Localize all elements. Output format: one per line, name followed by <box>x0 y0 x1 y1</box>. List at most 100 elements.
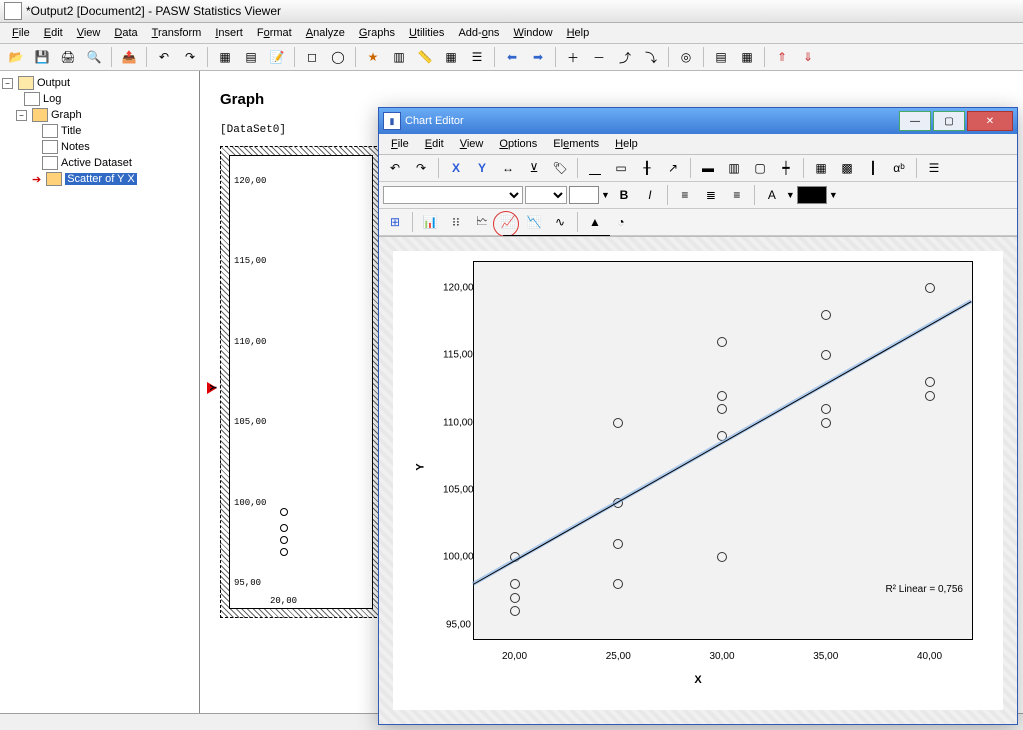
redo-icon[interactable]: ↷ <box>178 45 202 69</box>
note-icon[interactable]: 📝 <box>265 45 289 69</box>
ce-redo-icon[interactable]: ↷ <box>409 156 433 180</box>
menu-graphs[interactable]: Graphs <box>353 25 401 41</box>
data-point[interactable] <box>510 606 520 616</box>
export-icon[interactable]: 📤 <box>117 45 141 69</box>
data-point[interactable] <box>821 310 831 320</box>
align-center-icon[interactable]: ≣ <box>699 183 723 207</box>
tree-expander-icon[interactable]: − <box>2 78 13 89</box>
menu-window[interactable]: Window <box>507 25 558 41</box>
transpose-icon[interactable]: ↔ <box>496 156 520 180</box>
insert-icon[interactable]: ▤ <box>239 45 263 69</box>
menu-transform[interactable]: Transform <box>146 25 208 41</box>
menu-format[interactable]: Format <box>251 25 298 41</box>
arrow-right-icon[interactable]: ➡ <box>526 45 550 69</box>
menu-view[interactable]: View <box>71 25 107 41</box>
tree-graph[interactable]: Graph <box>51 109 82 121</box>
linestyle-icon[interactable]: ┃ <box>861 156 885 180</box>
data-point[interactable] <box>925 283 935 293</box>
chart-editor-titlebar[interactable]: ▮ Chart Editor — ▢ ✕ <box>379 108 1017 134</box>
trend-icon[interactable]: ↗ <box>661 156 685 180</box>
tree-notes[interactable]: Notes <box>61 141 90 153</box>
grid-minor-icon[interactable]: ▩ <box>835 156 859 180</box>
close-button[interactable]: ✕ <box>967 111 1013 131</box>
ruler-icon[interactable]: 📏 <box>413 45 437 69</box>
grid-major-icon[interactable]: ▦ <box>809 156 833 180</box>
bar-chart-icon[interactable]: 📊 <box>418 210 442 234</box>
arrow-left-icon[interactable]: ⬅ <box>500 45 524 69</box>
minimize-button[interactable]: — <box>899 111 931 131</box>
data-point[interactable] <box>821 404 831 414</box>
output-tree[interactable]: − Output Log − Graph Title Notes Active Da… <box>0 71 200 713</box>
maximize-button[interactable]: ▢ <box>933 111 965 131</box>
expand-down-icon[interactable]: ⤵ <box>639 45 663 69</box>
data-point[interactable] <box>717 404 727 414</box>
tree-active[interactable]: Active Dataset <box>61 157 132 169</box>
error-icon[interactable]: ┿ <box>774 156 798 180</box>
distribution-icon[interactable]: ▲ <box>583 210 607 234</box>
collapse-icon[interactable]: － <box>587 45 611 69</box>
align-left-icon[interactable]: ≡ <box>673 183 697 207</box>
area-icon[interactable]: ▬ <box>696 156 720 180</box>
tree-scatter[interactable]: Scatter of Y X <box>65 173 136 185</box>
identify-icon[interactable]: ⊞ <box>383 210 407 234</box>
save-icon[interactable]: 💾 <box>30 45 54 69</box>
data-point[interactable] <box>717 391 727 401</box>
expand-up-icon[interactable]: ⤴ <box>613 45 637 69</box>
interpolation-icon[interactable]: ∿ <box>548 210 572 234</box>
y-icon[interactable]: Y <box>470 156 494 180</box>
ce-menu-elements[interactable]: Elements <box>547 136 605 152</box>
bold-button[interactable]: B <box>612 183 636 207</box>
chart-canvas[interactable]: Y X 95,00100,00105,00110,00115,00120,002… <box>393 251 1003 710</box>
dot-chart-icon[interactable]: ⁝⁝ <box>444 210 468 234</box>
data-point[interactable] <box>717 337 727 347</box>
ce-menu-view[interactable]: View <box>454 136 490 152</box>
ce-menu-options[interactable]: Options <box>493 136 543 152</box>
star-icon[interactable]: ★ <box>361 45 385 69</box>
target-icon[interactable]: ◎ <box>674 45 698 69</box>
data-point[interactable] <box>613 418 623 428</box>
chart-editor-window[interactable]: ▮ Chart Editor — ▢ ✕ File Edit View Opti… <box>378 107 1018 725</box>
tree-expander-graph-icon[interactable]: − <box>16 110 27 121</box>
text-color-icon[interactable]: A <box>760 183 784 207</box>
ce-menu-file[interactable]: File <box>385 136 415 152</box>
line-icon[interactable]: ⎽ <box>583 156 607 180</box>
menu-analyze[interactable]: Analyze <box>300 25 351 41</box>
menu-addons[interactable]: Add-ons <box>452 25 505 41</box>
refline-icon[interactable]: ╂ <box>635 156 659 180</box>
tree-title[interactable]: Title <box>61 125 81 137</box>
data-point[interactable] <box>925 377 935 387</box>
expand-icon[interactable]: ＋ <box>561 45 585 69</box>
data-point[interactable] <box>613 539 623 549</box>
data-point[interactable] <box>510 593 520 603</box>
select-icon[interactable]: ◻ <box>300 45 324 69</box>
ce-menu-edit[interactable]: Edit <box>419 136 450 152</box>
grid-icon[interactable]: ▥ <box>387 45 411 69</box>
menu-file[interactable]: File <box>6 25 36 41</box>
open-icon[interactable]: 📂 <box>4 45 28 69</box>
align-right-icon[interactable]: ≡ <box>725 183 749 207</box>
undo-icon[interactable]: ↶ <box>152 45 176 69</box>
data-point[interactable] <box>821 418 831 428</box>
tree-root[interactable]: Output <box>37 77 70 89</box>
data-point[interactable] <box>925 391 935 401</box>
area-chart-icon[interactable]: 🗠 <box>470 210 494 234</box>
pivot-icon[interactable]: ▦ <box>735 45 759 69</box>
data-point[interactable] <box>510 579 520 589</box>
goto-icon[interactable]: ▦ <box>213 45 237 69</box>
ce-menu-help[interactable]: Help <box>609 136 644 152</box>
promote-icon[interactable]: ⇑ <box>770 45 794 69</box>
font-size-select[interactable] <box>525 186 567 204</box>
demote-icon[interactable]: ⇓ <box>796 45 820 69</box>
menu-utilities[interactable]: Utilities <box>403 25 450 41</box>
nosel-icon[interactable]: ◯ <box>326 45 350 69</box>
xy-icon[interactable]: X <box>444 156 468 180</box>
pie-icon[interactable]: ◔ <box>609 210 633 234</box>
fit-line-total-icon[interactable]: 📈 <box>496 210 520 234</box>
font-family-select[interactable] <box>383 186 523 204</box>
menu-data[interactable]: Data <box>108 25 143 41</box>
ce-undo-icon[interactable]: ↶ <box>383 156 407 180</box>
fit-line-subgroup-icon[interactable]: 📉 <box>522 210 546 234</box>
box-icon[interactable]: ▢ <box>748 156 772 180</box>
tree-log[interactable]: Log <box>43 93 61 105</box>
axis-icon[interactable]: ⊻ <box>522 156 546 180</box>
